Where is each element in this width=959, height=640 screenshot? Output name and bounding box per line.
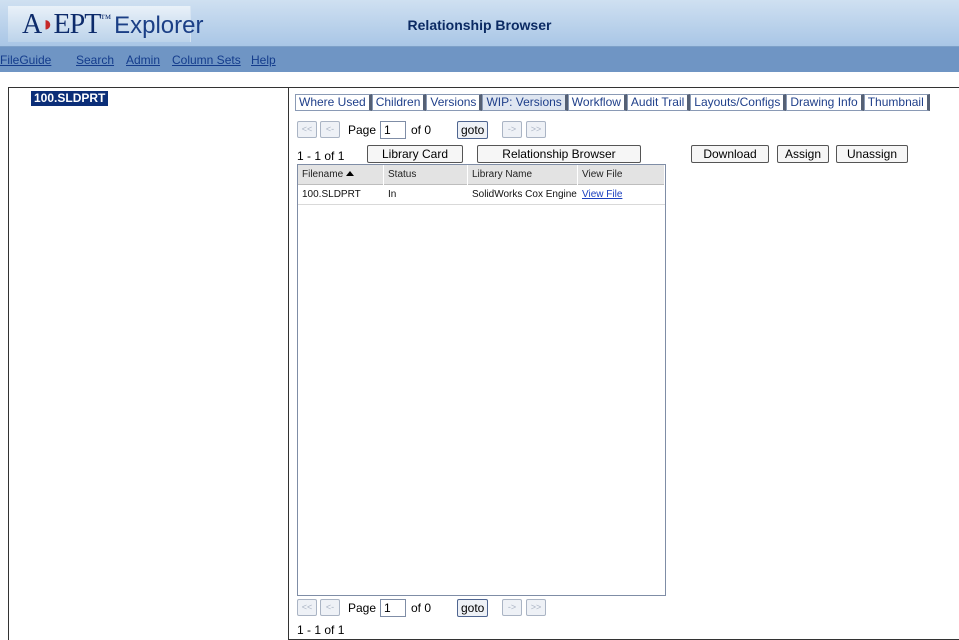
tab-thumbnail[interactable]: Thumbnail bbox=[863, 94, 930, 111]
column-header-filename[interactable]: Filename bbox=[298, 165, 384, 185]
page-of-label: of 0 bbox=[411, 601, 432, 615]
next-page-button[interactable]: -> bbox=[502, 599, 522, 616]
tab-children[interactable]: Children bbox=[371, 94, 427, 111]
menu-admin[interactable]: Admin bbox=[126, 53, 160, 67]
page-label: Page bbox=[348, 123, 377, 137]
last-page-button[interactable]: >> bbox=[526, 121, 546, 138]
menu-bar: FileGuide Search Admin Column Sets Help bbox=[0, 47, 959, 72]
prev-page-button[interactable]: <- bbox=[320, 121, 340, 138]
relationship-browser-button[interactable]: Relationship Browser bbox=[477, 145, 641, 163]
column-header-library-name[interactable]: Library Name bbox=[468, 165, 578, 185]
window-title: Relationship Browser bbox=[407, 17, 552, 33]
tab-audit-trail[interactable]: Audit Trail bbox=[626, 94, 691, 111]
last-page-button[interactable]: >> bbox=[526, 599, 546, 616]
grid-header: Filename Status Library Name View File bbox=[298, 165, 665, 185]
cell-status: In bbox=[388, 189, 397, 200]
cell-library-name: SolidWorks Cox Engine bbox=[472, 189, 577, 200]
cell-filename: 100.SLDPRT bbox=[302, 189, 361, 200]
tab-wip-versions[interactable]: WIP: Versions bbox=[482, 94, 568, 111]
file-grid: Filename Status Library Name View File 1… bbox=[297, 164, 666, 596]
library-card-button[interactable]: Library Card bbox=[367, 145, 463, 163]
menu-help[interactable]: Help bbox=[251, 53, 276, 67]
next-page-button[interactable]: -> bbox=[502, 121, 522, 138]
tab-layouts-configs[interactable]: Layouts/Configs bbox=[690, 94, 787, 111]
table-row[interactable]: 100.SLDPRT In SolidWorks Cox Engine View… bbox=[298, 185, 665, 205]
page-input[interactable] bbox=[380, 599, 406, 617]
download-button[interactable]: Download bbox=[691, 145, 769, 163]
tree-node-selected[interactable]: 100.SLDPRT bbox=[29, 90, 110, 107]
assign-button[interactable]: Assign bbox=[777, 145, 829, 163]
goto-button[interactable]: goto bbox=[457, 121, 489, 139]
menu-fileguide[interactable]: FileGuide bbox=[0, 53, 51, 67]
column-header-view-file[interactable]: View File bbox=[578, 165, 665, 185]
tab-drawing-info[interactable]: Drawing Info bbox=[786, 94, 864, 111]
first-page-button[interactable]: << bbox=[297, 121, 317, 138]
sort-ascending-icon bbox=[346, 171, 355, 176]
tab-where-used[interactable]: Where Used bbox=[295, 94, 372, 111]
unassign-button[interactable]: Unassign bbox=[836, 145, 908, 163]
column-header-status[interactable]: Status bbox=[384, 165, 468, 185]
goto-button[interactable]: goto bbox=[457, 599, 489, 617]
tab-bar: Where Used Children Versions WIP: Versions W… bbox=[295, 94, 930, 111]
tree-pane: 100.SLDPRT bbox=[8, 87, 289, 640]
menu-search[interactable]: Search bbox=[76, 53, 114, 67]
record-count: 1 - 1 of 1 bbox=[297, 149, 345, 163]
page-of-label: of 0 bbox=[411, 123, 432, 137]
tab-workflow[interactable]: Workflow bbox=[567, 94, 627, 111]
tab-versions[interactable]: Versions bbox=[426, 94, 483, 111]
page-label: Page bbox=[348, 601, 377, 615]
column-header-filename-label: Filename bbox=[302, 169, 344, 180]
content-pane: Where Used Children Versions WIP: Versions W… bbox=[289, 87, 959, 640]
app-header: A◗EPT™ Explorer Relationship Browser bbox=[0, 0, 959, 47]
view-file-link[interactable]: View File bbox=[578, 185, 665, 205]
page-input[interactable] bbox=[380, 121, 406, 139]
first-page-button[interactable]: << bbox=[297, 599, 317, 616]
record-count-bottom: 1 - 1 of 1 bbox=[297, 623, 345, 637]
prev-page-button[interactable]: <- bbox=[320, 599, 340, 616]
menu-column-sets[interactable]: Column Sets bbox=[172, 53, 241, 67]
